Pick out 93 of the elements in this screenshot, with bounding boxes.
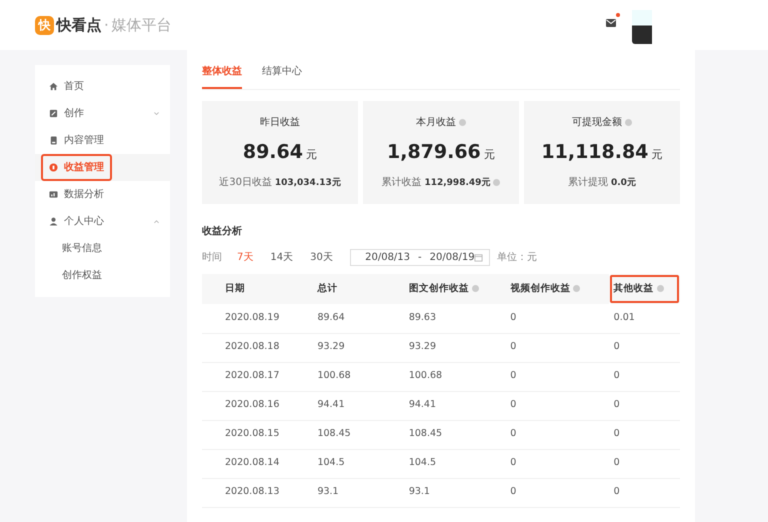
table-cell: 104.5 (404, 449, 506, 478)
tab[interactable]: 结算中心 (262, 50, 302, 89)
currency-unit: 元 (652, 148, 663, 161)
table-cell: 0 (608, 391, 680, 420)
chart-icon (49, 190, 58, 199)
table-cell: 93.1 (404, 478, 506, 507)
column-header: 日期 (202, 274, 312, 304)
sidebar-item[interactable]: 数据分析 (35, 181, 170, 208)
start-date: 20/08/13 (365, 251, 410, 265)
card-title: 本月收益 (416, 117, 456, 128)
date-range-field[interactable]: 20/08/13 - 20/08/19 (350, 249, 490, 266)
home-icon (49, 82, 58, 91)
table-cell: 0 (505, 391, 609, 420)
table-cell: 108.45 (312, 420, 404, 449)
coin-icon (49, 163, 58, 172)
brand-name: 快看点 (56, 14, 102, 36)
currency-unit: 元 (484, 148, 495, 161)
table-cell: 0 (608, 362, 680, 391)
table-cell: 0 (505, 304, 609, 333)
table-cell: 2020.08.13 (202, 478, 312, 507)
summary-value: 112,998.49元 (424, 178, 490, 188)
table-cell: 94.41 (404, 391, 506, 420)
info-icon[interactable] (625, 118, 632, 126)
table-cell: 0 (505, 362, 609, 391)
table-cell: 108.45 (404, 420, 506, 449)
section-title: 收益分析 (202, 224, 243, 239)
table-cell: 2020.08.17 (202, 362, 312, 391)
info-icon[interactable] (656, 284, 664, 292)
summary-label: 近30日收益 (219, 176, 272, 188)
table-cell: 104.5 (312, 449, 404, 478)
table-cell: 100.68 (312, 362, 404, 391)
range-option[interactable]: 14天 (270, 250, 294, 265)
card-title: 昨日收益 (260, 117, 300, 128)
table-cell: 2020.08.14 (202, 449, 312, 478)
column-header: 总计 (312, 274, 404, 304)
sidebar-item[interactable]: 首页 (35, 73, 170, 100)
unit-label: 单位：元 (496, 250, 537, 265)
logo-icon: 快 (35, 16, 54, 34)
column-header: 其他收益 (608, 274, 680, 304)
mail-icon[interactable] (605, 18, 617, 28)
tab[interactable]: 整体收益 (202, 50, 242, 89)
person-icon (49, 217, 58, 226)
table-cell: 89.63 (404, 304, 506, 333)
avatar[interactable] (632, 10, 652, 44)
table-cell: 0 (608, 333, 680, 362)
table-cell: 93.1 (312, 478, 404, 507)
summary-label: 累计提现 (568, 176, 608, 188)
range-option[interactable]: 7天 (237, 250, 254, 265)
table-cell: 2020.08.18 (202, 333, 312, 362)
info-icon[interactable] (573, 284, 580, 292)
table-cell: 93.29 (312, 333, 404, 362)
sidebar-subitem[interactable]: 账号信息 (35, 235, 170, 262)
card-title: 可提现金额 (572, 117, 622, 128)
summary-value: 0.0元 (610, 178, 636, 188)
table-cell: 0 (505, 449, 609, 478)
document-icon (49, 136, 58, 145)
currency-unit: 元 (306, 148, 318, 161)
table-cell: 0.01 (608, 304, 680, 333)
date-separator: - (418, 251, 422, 265)
table-cell: 93.29 (404, 333, 506, 362)
column-header: 视频创作收益 (505, 274, 609, 304)
table-cell: 2020.08.16 (202, 391, 312, 420)
sidebar-item[interactable]: 创作 (35, 100, 170, 127)
summary-label: 累计收益 (382, 176, 422, 188)
table-cell: 89.64 (312, 304, 404, 333)
info-icon[interactable] (472, 284, 479, 292)
table-cell: 0 (505, 478, 609, 507)
table-cell: 0 (505, 333, 609, 362)
info-icon[interactable] (459, 118, 466, 126)
sidebar-item[interactable]: 个人中心 (35, 208, 170, 235)
table-cell: 0 (505, 420, 609, 449)
time-label: 时间 (202, 250, 222, 265)
table-cell: 94.41 (312, 391, 404, 420)
info-icon[interactable] (493, 178, 500, 186)
table-cell: 2020.08.19 (202, 304, 312, 333)
table-cell: 0 (608, 478, 680, 507)
table-cell: 2020.08.15 (202, 420, 312, 449)
end-date: 20/08/19 (430, 251, 475, 265)
table-cell: 0 (608, 420, 680, 449)
amount-value: 11,118.84 (541, 141, 648, 163)
calendar-icon (474, 253, 483, 262)
platform-subtitle: 媒体平台 (111, 14, 172, 36)
table-cell: 0 (608, 449, 680, 478)
summary-value: 103,034.13元 (274, 178, 341, 188)
range-option[interactable]: 30天 (310, 250, 333, 265)
sidebar-item[interactable]: 内容管理 (35, 127, 170, 154)
amount-value: 89.64 (242, 141, 303, 163)
table-cell: 100.68 (404, 362, 506, 391)
amount-value: 1,879.66 (387, 141, 481, 163)
brand-separator: · (104, 14, 109, 36)
column-header: 图文创作收益 (404, 274, 506, 304)
sidebar-subitem[interactable]: 创作权益 (35, 262, 170, 289)
edit-icon (49, 109, 58, 118)
